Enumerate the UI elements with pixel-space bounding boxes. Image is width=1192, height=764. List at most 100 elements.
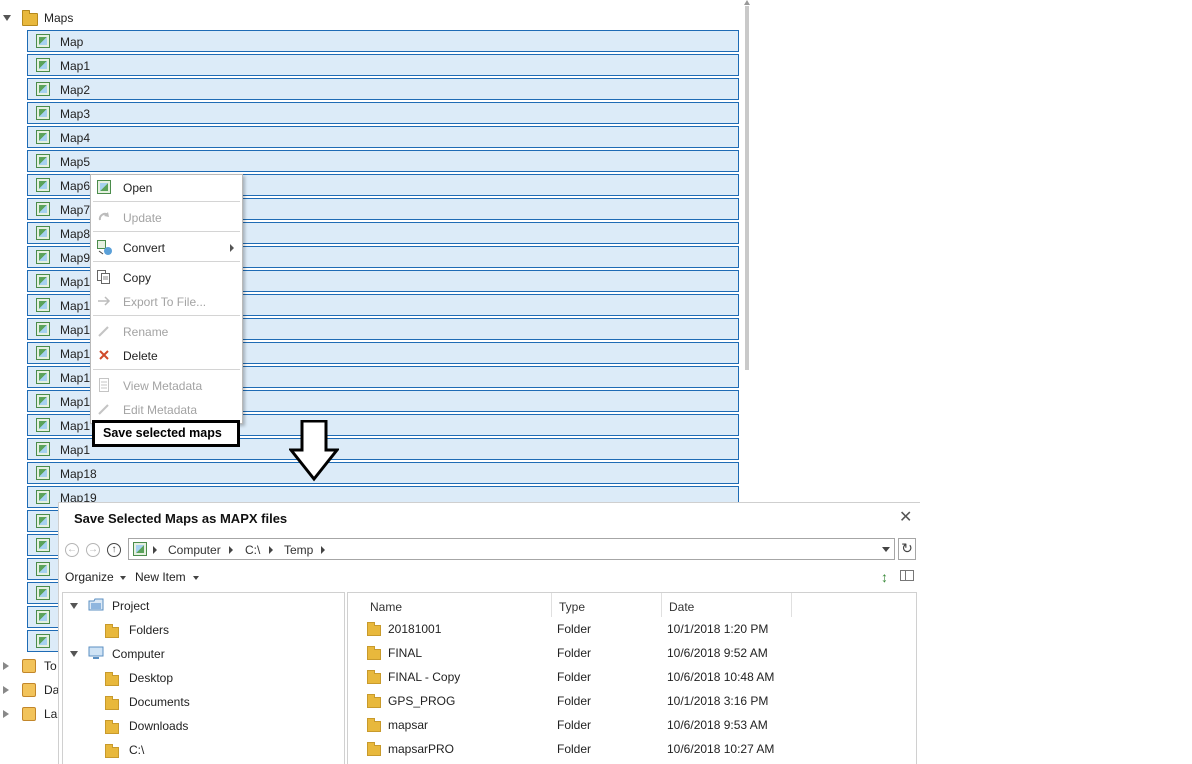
column-divider[interactable] <box>551 593 552 617</box>
map-icon <box>36 274 50 288</box>
map-list-item[interactable]: Map3 <box>27 102 739 124</box>
map-label: Map1 <box>60 299 91 313</box>
map-list-item[interactable]: Map18 <box>27 462 739 484</box>
menu-item-convert[interactable]: Convert <box>91 237 242 259</box>
breadcrumb-computer[interactable]: Computer <box>168 543 221 557</box>
new-item-menu[interactable]: New Item <box>135 570 186 584</box>
file-name-cell: 20181001 <box>388 622 442 636</box>
file-row[interactable]: mapsarPRO Folder 10/6/2018 10:27 AM <box>348 737 908 761</box>
file-name-cell: mapsarPRO <box>388 742 455 756</box>
organize-caret-icon[interactable] <box>120 576 126 580</box>
scroll-up-arrow-icon[interactable] <box>744 0 750 5</box>
expand-triangle-icon[interactable] <box>70 651 78 657</box>
file-type-cell: Folder <box>557 622 592 636</box>
address-dropdown-icon[interactable] <box>882 547 890 552</box>
map-icon <box>36 514 50 528</box>
menu-item-export-to-file[interactable]: Export To File... <box>91 291 242 313</box>
breadcrumb-temp[interactable]: Temp <box>284 543 313 557</box>
nav-folders[interactable]: Folders <box>129 623 169 637</box>
file-date-cell: 10/1/2018 1:20 PM <box>667 622 769 636</box>
save-dialog: Save Selected Maps as MAPX files ✕ ← → ↑… <box>58 502 920 764</box>
folder-icon <box>105 720 119 734</box>
up-level-icon[interactable]: ↑ <box>107 543 121 557</box>
file-date-cell: 10/1/2018 3:16 PM <box>667 694 769 708</box>
forward-arrow-icon[interactable]: → <box>86 543 100 557</box>
folder-icon <box>105 696 119 710</box>
map-list-item[interactable]: Map5 <box>27 150 739 172</box>
nav-downloads[interactable]: Downloads <box>129 719 188 733</box>
refresh-icon[interactable]: ↻ <box>898 538 916 560</box>
close-icon[interactable]: ✕ <box>899 507 912 527</box>
nav-c-drive[interactable]: C:\ <box>129 743 144 757</box>
map-icon <box>36 82 50 96</box>
map-icon <box>36 442 50 456</box>
map-list-item[interactable]: Map1 <box>27 54 739 76</box>
file-type-cell: Folder <box>557 670 592 684</box>
folder-icon <box>367 670 381 684</box>
submenu-arrow-icon <box>230 244 234 252</box>
menu-item-rename[interactable]: Rename <box>91 321 242 343</box>
column-header-date[interactable]: Date <box>669 600 694 614</box>
catalog-item-label[interactable]: La <box>44 707 57 721</box>
nav-documents[interactable]: Documents <box>129 695 190 709</box>
map-label: Map1 <box>60 59 91 73</box>
menu-item-delete[interactable]: Delete <box>91 345 242 367</box>
expand-triangle-icon[interactable] <box>70 603 78 609</box>
menu-item-view-metadata[interactable]: View Metadata <box>91 375 242 397</box>
view-options-icon[interactable] <box>900 570 914 581</box>
breadcrumb-c-drive[interactable]: C:\ <box>245 543 260 557</box>
file-name-cell: FINAL - Copy <box>388 670 461 684</box>
menu-item-open[interactable]: Open <box>91 177 242 199</box>
map-icon <box>36 370 50 384</box>
map-icon <box>36 466 50 480</box>
file-type-cell: Folder <box>557 742 592 756</box>
catalog-item-label[interactable]: To <box>44 659 57 673</box>
map-icon <box>36 34 50 48</box>
column-divider[interactable] <box>661 593 662 617</box>
map-list-item[interactable]: Map <box>27 30 739 52</box>
file-row[interactable]: FINAL - Copy Folder 10/6/2018 10:48 AM <box>348 665 908 689</box>
export-arrow-icon <box>97 294 111 308</box>
file-row[interactable]: GPS_PROG Folder 10/1/2018 3:16 PM <box>348 689 908 713</box>
breadcrumb-separator-icon <box>229 546 233 554</box>
expand-triangle-icon[interactable] <box>3 662 9 670</box>
sort-arrows-icon[interactable]: ↕ <box>881 569 888 585</box>
map-label: Map3 <box>60 107 91 121</box>
column-divider[interactable] <box>791 593 792 617</box>
map-icon <box>36 610 50 624</box>
pencil-icon <box>97 324 111 338</box>
expand-triangle-icon[interactable] <box>3 686 9 694</box>
catalog-item-icon <box>22 707 36 721</box>
file-row[interactable]: FINAL Folder 10/6/2018 9:52 AM <box>348 641 908 665</box>
expand-triangle-icon[interactable] <box>3 710 9 718</box>
nav-project[interactable]: Project <box>112 599 149 613</box>
column-header-name[interactable]: Name <box>370 600 402 614</box>
map-icon <box>36 490 50 504</box>
map-icon <box>36 202 50 216</box>
menu-item-update[interactable]: Update <box>91 207 242 229</box>
map-icon <box>36 298 50 312</box>
back-arrow-icon[interactable]: ← <box>65 543 79 557</box>
catalog-item-icon <box>22 683 36 697</box>
nav-desktop[interactable]: Desktop <box>129 671 173 685</box>
vertical-scrollbar[interactable] <box>745 6 749 370</box>
address-bar[interactable]: Computer C:\ Temp <box>128 538 895 560</box>
collapse-triangle-icon[interactable] <box>3 15 11 21</box>
nav-computer[interactable]: Computer <box>112 647 165 661</box>
folder-icon <box>367 646 381 660</box>
save-selected-maps-menu-item[interactable]: Save selected maps <box>92 420 240 447</box>
menu-item-copy[interactable]: Copy <box>91 267 242 289</box>
column-header-type[interactable]: Type <box>559 600 585 614</box>
map-label: Map6 <box>60 179 91 193</box>
map-label: Map1 <box>60 419 91 433</box>
map-list-item[interactable]: Map4 <box>27 126 739 148</box>
new-item-caret-icon[interactable] <box>193 576 199 580</box>
file-type-cell: Folder <box>557 694 592 708</box>
menu-item-edit-metadata[interactable]: Edit Metadata <box>91 399 242 421</box>
file-row[interactable]: 20181001 Folder 10/1/2018 1:20 PM <box>348 617 908 641</box>
dialog-title: Save Selected Maps as MAPX files <box>74 511 288 526</box>
organize-menu[interactable]: Organize <box>65 570 114 584</box>
maps-folder-node[interactable]: Maps <box>0 6 740 28</box>
map-list-item[interactable]: Map2 <box>27 78 739 100</box>
file-row[interactable]: mapsar Folder 10/6/2018 9:53 AM <box>348 713 908 737</box>
